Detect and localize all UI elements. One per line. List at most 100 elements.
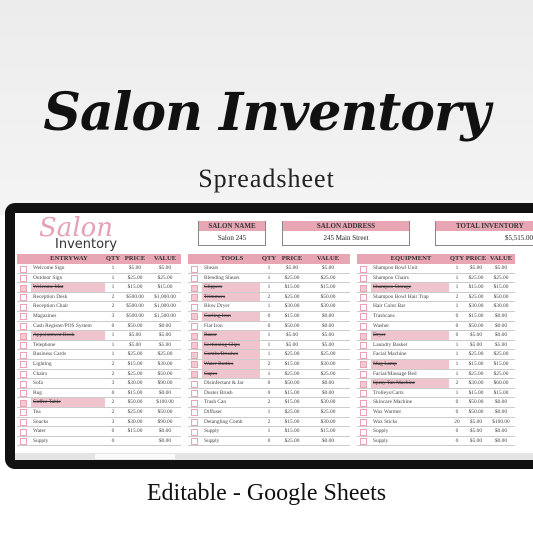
checkbox-box[interactable]	[191, 371, 198, 379]
checkbox-box[interactable]	[20, 399, 27, 407]
cell-val[interactable]: $30.00	[306, 302, 350, 311]
cell-name[interactable]: Disinfectant & Jar	[202, 379, 260, 388]
checkbox[interactable]	[357, 379, 371, 388]
cell-val[interactable]: $100.00	[487, 418, 515, 427]
checkbox-box[interactable]	[360, 409, 367, 417]
cell-val[interactable]: $5.00	[487, 341, 515, 350]
cell-qty[interactable]: 0	[449, 312, 465, 321]
cell-val[interactable]: $15.00	[149, 283, 181, 292]
cell-price[interactable]: $30.00	[465, 302, 487, 311]
cell-name[interactable]: Shampoo Bowl Unit	[371, 264, 449, 273]
cell-name[interactable]: Skincare Machine	[371, 398, 449, 407]
cell-price[interactable]: $25.00	[278, 350, 306, 359]
checkbox[interactable]	[357, 398, 371, 407]
horizontal-scrollbar[interactable]	[15, 453, 533, 460]
checkbox-box[interactable]	[20, 332, 27, 340]
cell-name[interactable]: Welcome Sign	[31, 264, 105, 273]
cell-price[interactable]: $15.00	[121, 360, 149, 369]
cell-price[interactable]: $50.00	[121, 322, 149, 331]
cell-name[interactable]: Supply	[202, 437, 260, 446]
cell-val[interactable]: $25.00	[306, 350, 350, 359]
checkbox[interactable]	[17, 264, 31, 273]
checkbox[interactable]	[357, 322, 371, 331]
cell-val[interactable]: $25.00	[487, 274, 515, 283]
cell-price[interactable]: $15.00	[278, 360, 306, 369]
checkbox-box[interactable]	[20, 313, 27, 321]
cell-qty[interactable]: 2	[105, 360, 121, 369]
cell-price[interactable]: $50.00	[465, 322, 487, 331]
cell-qty[interactable]: 3	[105, 379, 121, 388]
checkbox[interactable]	[188, 312, 202, 321]
checkbox-box[interactable]	[360, 303, 367, 311]
cell-price[interactable]: $5.00	[121, 264, 149, 273]
checkbox-box[interactable]	[191, 390, 198, 398]
cell-name[interactable]: Shampoo Bowl Hair Trap	[371, 293, 449, 302]
cell-val[interactable]: $15.00	[487, 283, 515, 292]
checkbox[interactable]	[17, 302, 31, 311]
cell-qty[interactable]: 1	[449, 370, 465, 379]
cell-val[interactable]: $0.00	[149, 389, 181, 398]
cell-val[interactable]: $0.00	[306, 312, 350, 321]
cell-val[interactable]: $15.00	[487, 360, 515, 369]
cell-qty[interactable]: 1	[449, 264, 465, 273]
checkbox-box[interactable]	[191, 275, 198, 283]
checkbox-box[interactable]	[20, 371, 27, 379]
checkbox-box[interactable]	[360, 361, 367, 369]
cell-name[interactable]: Flat Iron	[202, 322, 260, 331]
cell-price[interactable]: $15.00	[121, 283, 149, 292]
cell-val[interactable]: $15.00	[306, 283, 350, 292]
cell-price[interactable]: $30.00	[121, 418, 149, 427]
cell-price[interactable]: $25.00	[465, 370, 487, 379]
checkbox[interactable]	[357, 408, 371, 417]
checkbox-box[interactable]	[20, 265, 27, 273]
cell-name[interactable]: Supply	[371, 427, 449, 436]
checkbox[interactable]	[17, 293, 31, 302]
checkbox-box[interactable]	[191, 284, 198, 292]
checkbox-box[interactable]	[191, 342, 198, 350]
cell-price[interactable]: $30.00	[121, 379, 149, 388]
scrollbar-thumb[interactable]	[95, 454, 175, 459]
cell-name[interactable]: Business Cards	[31, 350, 105, 359]
cell-qty[interactable]: 2	[449, 379, 465, 388]
cell-name[interactable]: Water Bottles	[202, 359, 260, 369]
cell-qty[interactable]: 1	[449, 389, 465, 398]
cell-price[interactable]: $15.00	[465, 360, 487, 369]
cell-qty[interactable]: 2	[260, 293, 278, 302]
cell-val[interactable]: $0.00	[487, 427, 515, 436]
cell-val[interactable]: $30.00	[487, 302, 515, 311]
cell-name[interactable]: Outdoor Sign	[31, 274, 105, 283]
checkbox[interactable]	[188, 360, 202, 369]
cell-price[interactable]: $25.00	[465, 293, 487, 302]
checkbox[interactable]	[17, 350, 31, 359]
cell-price[interactable]: $15.00	[278, 312, 306, 321]
cell-name[interactable]: Blow Dryer	[202, 302, 260, 311]
checkbox-box[interactable]	[360, 342, 367, 350]
checkbox-box[interactable]	[360, 419, 367, 426]
cell-name[interactable]: Appointment Book	[31, 331, 105, 340]
checkbox[interactable]	[17, 379, 31, 388]
cell-qty[interactable]: 1	[105, 350, 121, 359]
cell-price[interactable]: $5.00	[121, 341, 149, 350]
checkbox-box[interactable]	[360, 313, 367, 321]
cell-qty[interactable]: 1	[105, 274, 121, 283]
cell-qty[interactable]: 0	[105, 389, 121, 398]
checkbox[interactable]	[357, 283, 371, 292]
checkbox[interactable]	[357, 312, 371, 321]
cell-qty[interactable]: 0	[260, 437, 278, 446]
cell-name[interactable]: Reception Chair	[31, 302, 105, 311]
checkbox[interactable]	[17, 370, 31, 379]
cell-price[interactable]: $25.00	[278, 370, 306, 379]
checkbox[interactable]	[188, 350, 202, 359]
cell-qty[interactable]: 0	[449, 427, 465, 436]
checkbox[interactable]	[188, 331, 202, 340]
cell-name[interactable]: Rug	[31, 389, 105, 398]
cell-qty[interactable]: 1	[105, 264, 121, 273]
cell-name[interactable]: Water	[31, 427, 105, 436]
checkbox-box[interactable]	[191, 428, 198, 436]
cell-qty[interactable]: 1	[260, 370, 278, 379]
checkbox-box[interactable]	[360, 438, 367, 446]
cell-qty[interactable]: 0	[105, 437, 121, 446]
checkbox-box[interactable]	[20, 275, 27, 283]
checkbox[interactable]	[357, 370, 371, 379]
cell-val[interactable]: $25.00	[306, 274, 350, 283]
